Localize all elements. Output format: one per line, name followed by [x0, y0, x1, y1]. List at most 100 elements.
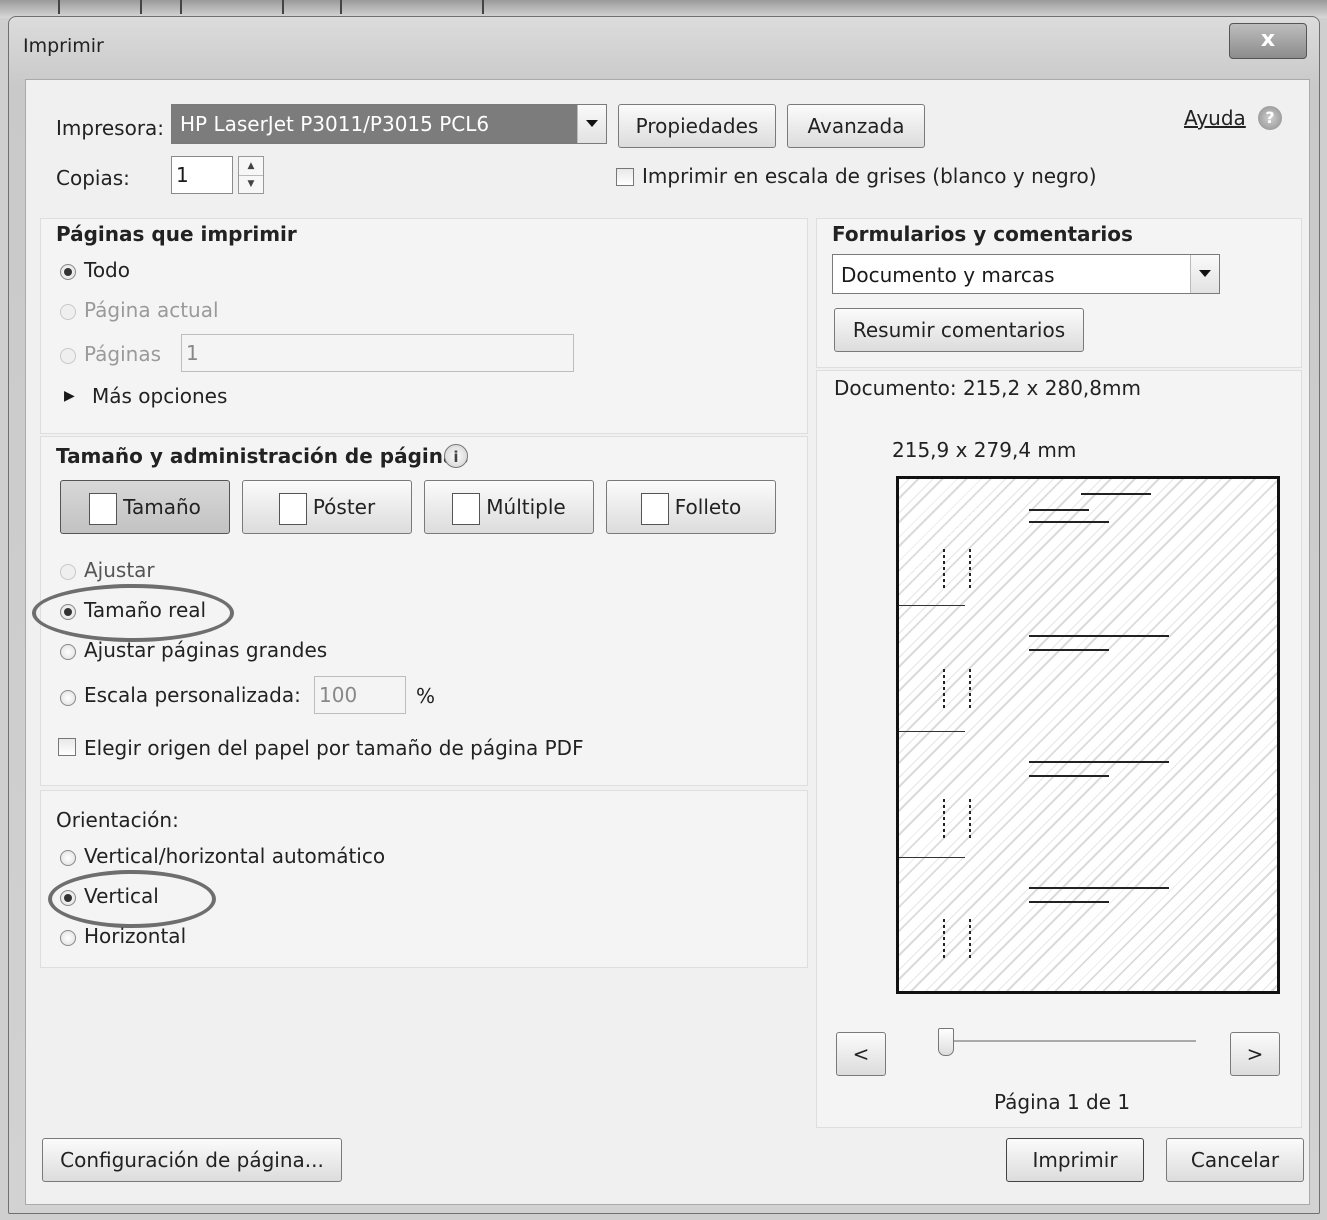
watermark-pattern	[899, 479, 1277, 991]
preview-text-line	[943, 919, 945, 959]
tab-size-label: Tamaño	[123, 495, 201, 519]
printer-selected-value: HP LaserJet P3011/P3015 PCL6	[180, 112, 490, 136]
size-icon	[89, 492, 118, 525]
help-link[interactable]: Ayuda	[1184, 106, 1246, 130]
multiple-icon	[452, 492, 481, 525]
radio-current-page-label: Página actual	[84, 298, 219, 322]
radio-fit[interactable]	[60, 564, 76, 580]
radio-pages[interactable]	[60, 348, 76, 364]
page-preview	[896, 476, 1280, 994]
close-button[interactable]: x	[1229, 23, 1307, 59]
preview-text-line	[969, 799, 971, 839]
stepper-up-icon[interactable]: ▲	[239, 157, 263, 176]
radio-all[interactable]	[60, 264, 76, 280]
radio-landscape[interactable]	[60, 930, 76, 946]
tab-size[interactable]: Tamaño	[60, 480, 230, 534]
page-slider-track[interactable]	[946, 1040, 1196, 1042]
radio-all-label: Todo	[84, 258, 130, 282]
radio-auto-orientation-label: Vertical/horizontal automático	[84, 844, 386, 868]
poster-icon	[278, 492, 307, 525]
section-separator	[899, 731, 965, 732]
scale-field[interactable]: 100	[314, 676, 406, 714]
dialog-title: Imprimir	[23, 35, 104, 57]
radio-pages-label: Páginas	[84, 342, 162, 366]
preview-text-line	[969, 919, 971, 959]
tab-booklet-label: Folleto	[674, 495, 742, 519]
background-toolbar-item	[180, 0, 284, 14]
paper-source-label: Elegir origen del papel por tamaño de pá…	[84, 736, 584, 760]
preview-text-line	[1029, 521, 1109, 523]
copies-stepper[interactable]: ▲ ▼	[238, 156, 264, 194]
stepper-down-icon[interactable]: ▼	[239, 175, 263, 193]
page-indicator: Página 1 de 1	[994, 1090, 1131, 1114]
forms-comments-heading: Formularios y comentarios	[832, 222, 1133, 246]
preview-text-line	[1029, 649, 1109, 651]
forms-comments-select[interactable]: Documento y marcas	[832, 254, 1220, 294]
dialog-client-area: Impresora: HP LaserJet P3011/P3015 PCL6 …	[25, 79, 1310, 1205]
preview-text-line	[1029, 775, 1109, 777]
prev-page-button[interactable]: <	[836, 1032, 886, 1076]
forms-comments-selected-value: Documento y marcas	[841, 263, 1055, 287]
scale-unit: %	[416, 684, 436, 708]
document-size-label: Documento: 215,2 x 280,8mm	[834, 376, 1141, 400]
highlight-ellipse	[32, 584, 234, 642]
preview-text-line	[943, 549, 945, 589]
pages-range-field[interactable]: 1	[181, 334, 574, 372]
tab-multiple-label: Múltiple	[486, 495, 566, 519]
chevron-down-icon[interactable]	[577, 105, 606, 143]
chevron-down-icon[interactable]	[1190, 255, 1219, 293]
radio-current-page[interactable]	[60, 304, 76, 320]
preview-text-line	[969, 669, 971, 709]
preview-text-line	[943, 799, 945, 839]
tab-poster-label: Póster	[312, 495, 376, 519]
preview-text-line	[1029, 761, 1169, 763]
grayscale-label: Imprimir en escala de grises (blanco y n…	[642, 164, 1097, 188]
preview-text-line	[1029, 635, 1169, 637]
preview-text-line	[969, 549, 971, 589]
print-dialog: Imprimir x Impresora: HP LaserJet P3011/…	[8, 16, 1320, 1214]
radio-fit-label: Ajustar	[84, 558, 155, 582]
section-separator	[899, 857, 965, 858]
paper-size-label: 215,9 x 279,4 mm	[892, 438, 1077, 462]
page-slider-thumb[interactable]	[938, 1028, 954, 1056]
next-page-button[interactable]: >	[1230, 1032, 1280, 1076]
radio-landscape-label: Horizontal	[84, 924, 187, 948]
preview-text-line	[1081, 493, 1151, 495]
preview-text-line	[943, 669, 945, 709]
grayscale-checkbox[interactable]	[616, 168, 634, 186]
highlight-ellipse	[48, 870, 216, 928]
properties-button[interactable]: Propiedades	[618, 104, 776, 148]
pages-to-print-heading: Páginas que imprimir	[56, 222, 297, 246]
tab-poster[interactable]: Póster	[242, 480, 412, 534]
preview-text-line	[1029, 509, 1089, 511]
copies-field[interactable]: 1	[171, 156, 233, 194]
booklet-icon	[640, 492, 669, 525]
preview-text-line	[1029, 887, 1169, 889]
tab-multiple[interactable]: Múltiple	[424, 480, 594, 534]
page-handling-heading: Tamaño y administración de páginas	[56, 444, 469, 468]
paper-source-checkbox[interactable]	[58, 738, 76, 756]
info-icon[interactable]: i	[444, 444, 468, 468]
print-button[interactable]: Imprimir	[1006, 1138, 1144, 1182]
advanced-button[interactable]: Avanzada	[787, 104, 925, 148]
preview-text-line	[1029, 901, 1109, 903]
help-icon[interactable]: ?	[1258, 106, 1282, 130]
background-toolbar-item	[58, 0, 142, 14]
printer-label: Impresora:	[56, 116, 165, 140]
cancel-button[interactable]: Cancelar	[1166, 1138, 1304, 1182]
expand-triangle-icon[interactable]: ▶	[64, 388, 75, 404]
copies-label: Copias:	[56, 166, 130, 190]
orientation-heading: Orientación:	[56, 808, 179, 832]
page-setup-button[interactable]: Configuración de página...	[42, 1138, 342, 1182]
summarize-comments-button[interactable]: Resumir comentarios	[834, 308, 1084, 352]
printer-select[interactable]: HP LaserJet P3011/P3015 PCL6	[171, 104, 607, 144]
radio-auto-orientation[interactable]	[60, 850, 76, 866]
section-separator	[899, 605, 965, 606]
background-toolbar-item	[340, 0, 484, 14]
tab-booklet[interactable]: Folleto	[606, 480, 776, 534]
radio-custom-scale[interactable]	[60, 690, 76, 706]
title-bar: Imprimir x	[9, 17, 1319, 77]
radio-shrink-large[interactable]	[60, 644, 76, 660]
radio-custom-scale-label: Escala personalizada:	[84, 683, 301, 707]
more-options-link[interactable]: Más opciones	[92, 384, 227, 408]
